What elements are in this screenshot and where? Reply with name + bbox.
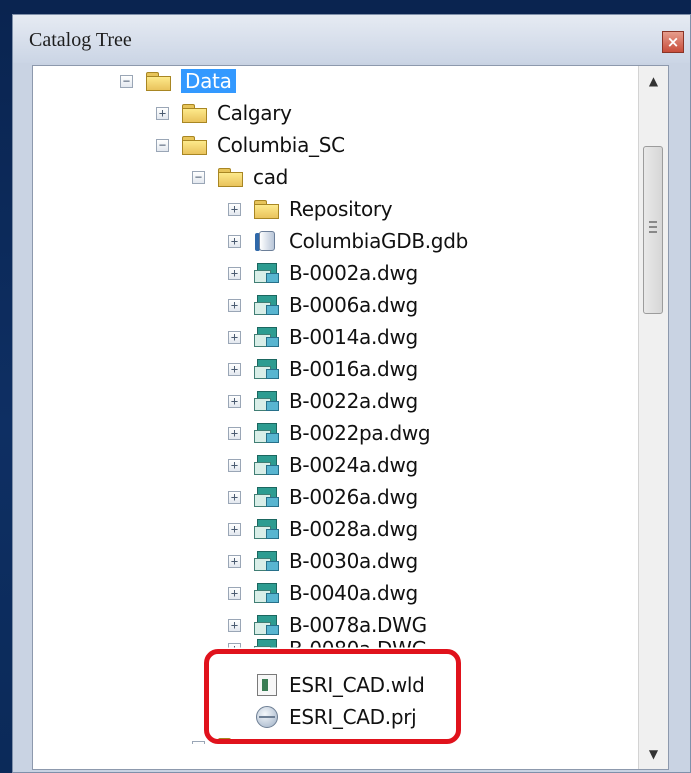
folder-open-icon	[145, 69, 173, 93]
cad-drawing-icon	[253, 549, 281, 573]
tree-item-label: ColumbiaGDB.gdb	[289, 229, 468, 253]
cad-drawing-icon	[253, 485, 281, 509]
expand-icon[interactable]: +	[228, 554, 241, 568]
cad-drawing-icon	[253, 293, 281, 317]
tree-item[interactable]: − Data	[120, 66, 236, 96]
expand-icon[interactable]: +	[228, 426, 241, 440]
collapse-icon[interactable]: −	[192, 170, 205, 184]
grip-icon	[649, 221, 657, 233]
cad-drawing-icon	[253, 581, 281, 605]
close-button[interactable]: ×	[662, 31, 684, 53]
expand-icon[interactable]: +	[156, 106, 169, 120]
tree-item[interactable]: + B-0002a.dwg	[228, 258, 418, 288]
tree-item[interactable]: + B-0026a.dwg	[228, 482, 418, 512]
expand-icon[interactable]: +	[228, 490, 241, 504]
tree-item[interactable]: − cad	[192, 162, 288, 192]
tree-item[interactable]: + B-0016a.dwg	[228, 354, 418, 384]
tree-item-label: B-0026a.dwg	[289, 485, 418, 509]
highlight-annotation	[204, 649, 461, 744]
cad-drawing-icon	[253, 453, 281, 477]
tree-item-label: B-0016a.dwg	[289, 357, 418, 381]
expand-icon[interactable]: +	[228, 298, 241, 312]
expand-icon[interactable]: +	[192, 740, 205, 744]
scroll-down-arrow-icon[interactable]: ▼	[639, 743, 668, 765]
tree-item[interactable]: + B-0006a.dwg	[228, 290, 418, 320]
expand-icon[interactable]: +	[228, 458, 241, 472]
panel-title: Catalog Tree	[29, 29, 132, 51]
tree-item[interactable]: + B-0028a.dwg	[228, 514, 418, 544]
tree-item[interactable]: + Calgary	[156, 98, 292, 128]
tree-item-label: B-0022pa.dwg	[289, 421, 431, 445]
folder-icon	[253, 197, 281, 221]
tree-item[interactable]: + Repository	[228, 194, 393, 224]
expand-icon[interactable]: +	[228, 234, 241, 248]
collapse-icon[interactable]: −	[120, 74, 133, 88]
tree-item[interactable]: + B-0040a.dwg	[228, 578, 418, 608]
tree-item-label: B-0022a.dwg	[289, 389, 418, 413]
expand-icon[interactable]: +	[228, 362, 241, 376]
cad-drawing-icon	[253, 421, 281, 445]
cad-drawing-icon	[253, 389, 281, 413]
tree-item-label: cad	[253, 165, 289, 189]
tree-item-label: Repository	[289, 197, 393, 221]
expand-icon[interactable]: +	[228, 586, 241, 600]
cad-drawing-icon	[253, 517, 281, 541]
folder-open-icon	[217, 165, 245, 189]
folder-open-icon	[181, 133, 209, 157]
expand-icon[interactable]: +	[228, 618, 241, 632]
tree-item-label: B-0024a.dwg	[289, 453, 418, 477]
cad-drawing-icon	[253, 613, 281, 637]
cad-drawing-icon	[253, 325, 281, 349]
tree-item[interactable]: + B-0030a.dwg	[228, 546, 418, 576]
tree-item-label: Columbia_SC	[217, 133, 345, 157]
folder-icon	[181, 101, 209, 125]
cad-drawing-icon	[253, 357, 281, 381]
panel-titlebar: Catalog Tree ×	[13, 15, 690, 63]
tree-item[interactable]: + B-0022pa.dwg	[228, 418, 431, 448]
expand-icon[interactable]: +	[228, 522, 241, 536]
expand-icon[interactable]: +	[228, 394, 241, 408]
tree-item-label: B-0002a.dwg	[289, 261, 418, 285]
cad-drawing-icon	[253, 261, 281, 285]
tree-item-label: B-0028a.dwg	[289, 517, 418, 541]
geodatabase-icon	[253, 229, 281, 253]
tree-item-label: Data	[181, 69, 236, 93]
expand-icon[interactable]: +	[228, 202, 241, 216]
tree-item-label: Calgary	[217, 101, 292, 125]
vertical-scrollbar[interactable]: ▲ ▼	[638, 66, 668, 769]
collapse-icon[interactable]: −	[156, 138, 169, 152]
scroll-up-arrow-icon[interactable]: ▲	[639, 70, 668, 92]
tree-item-label: B-0040a.dwg	[289, 581, 418, 605]
expand-icon[interactable]: +	[228, 330, 241, 344]
tree-item[interactable]: − Columbia_SC	[156, 130, 345, 160]
expand-icon[interactable]: +	[228, 266, 241, 280]
tree-item[interactable]: + B-0022a.dwg	[228, 386, 418, 416]
tree-item[interactable]: + ColumbiaGDB.gdb	[228, 226, 468, 256]
tree-item-label: B-0030a.dwg	[289, 549, 418, 573]
tree-item[interactable]: + B-0014a.dwg	[228, 322, 418, 352]
tree-item-label: B-0014a.dwg	[289, 325, 418, 349]
tree-item-label: B-0078a.DWG	[289, 613, 427, 637]
tree-item-label: B-0006a.dwg	[289, 293, 418, 317]
scroll-thumb[interactable]	[643, 146, 663, 314]
tree-item[interactable]: + B-0024a.dwg	[228, 450, 418, 480]
